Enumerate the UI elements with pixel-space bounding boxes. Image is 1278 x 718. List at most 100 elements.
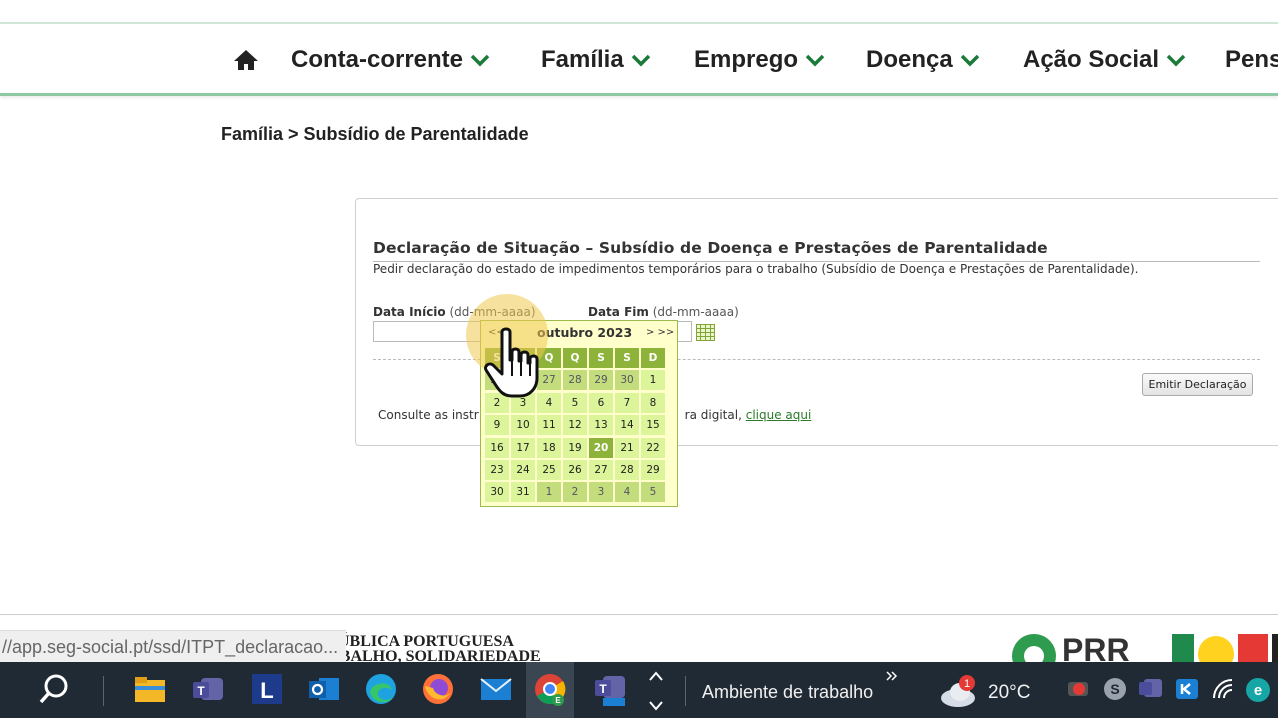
panel-title: Declaração de Situação – Subsídio de Doe… — [373, 239, 1048, 257]
calendar-day-other-month[interactable]: 4 — [615, 482, 639, 503]
calendar-day[interactable]: 16 — [485, 437, 509, 458]
chevron-right-double-icon[interactable] — [886, 670, 898, 682]
nav-doenca[interactable]: Doença — [866, 46, 981, 74]
chevron-down-icon — [805, 54, 825, 67]
temperature: 20°C — [988, 682, 1031, 703]
e-app-icon[interactable]: e — [1244, 676, 1272, 704]
calendar-day-other-month[interactable]: 1 — [537, 482, 561, 503]
calendar-day[interactable]: 7 — [615, 392, 639, 413]
current-month: outubro 2023 — [537, 325, 633, 340]
nav-label: Doença — [866, 46, 953, 73]
chrome-icon[interactable]: E — [533, 672, 567, 706]
end-date-label-text: Data Fim — [588, 305, 649, 319]
top-strip — [0, 0, 1278, 24]
calendar-day-other-month[interactable]: 28 — [563, 370, 587, 391]
nav-label: Ação Social — [1023, 46, 1160, 73]
teams-tray-icon[interactable] — [1138, 676, 1164, 702]
consult-prefix: Consulte as instr — [378, 408, 479, 422]
calendar-day[interactable]: 23 — [485, 459, 509, 480]
calendar-day-other-month[interactable]: 5 — [641, 482, 665, 503]
calendar-day[interactable]: 29 — [641, 459, 665, 480]
svg-text:e: e — [1254, 682, 1262, 699]
calendar-day[interactable]: 30 — [485, 482, 509, 503]
taskbar-separator — [685, 676, 686, 706]
vpn-icon[interactable] — [1174, 676, 1200, 702]
calendar-day[interactable]: 11 — [537, 415, 561, 436]
footer-divider — [0, 614, 1278, 615]
calendar-day[interactable]: 17 — [511, 437, 535, 458]
wifi-icon[interactable] — [1210, 676, 1236, 702]
teams-new-icon[interactable]: T — [593, 672, 627, 706]
calendar-day[interactable]: 19 — [563, 437, 587, 458]
calendar-day[interactable]: 8 — [641, 392, 665, 413]
next-month-button[interactable]: > >> — [646, 327, 674, 338]
svg-text:L: L — [260, 678, 273, 703]
calendar-day[interactable]: 21 — [615, 437, 639, 458]
weekday-header: D — [641, 348, 665, 368]
calendar-day[interactable]: 27 — [589, 459, 613, 480]
svg-text:T: T — [599, 682, 607, 696]
mail-icon[interactable] — [479, 672, 513, 706]
nav-label: Família — [541, 46, 624, 73]
calendar-day[interactable]: 13 — [589, 415, 613, 436]
emit-declaration-button[interactable]: Emitir Declaração — [1142, 373, 1253, 396]
nav-conta-corrente[interactable]: Conta-corrente — [291, 46, 491, 74]
calendar-day-other-month[interactable]: 30 — [615, 370, 639, 391]
calendar-day[interactable]: 6 — [589, 392, 613, 413]
scroll-arrows-icon[interactable] — [648, 668, 664, 714]
edge-icon[interactable] — [364, 672, 398, 706]
svg-text:S: S — [1110, 681, 1119, 697]
nav-emprego[interactable]: Emprego — [694, 46, 826, 74]
chevron-down-icon — [1166, 54, 1186, 67]
breadcrumb: Família > Subsídio de Parentalidade — [221, 124, 529, 144]
chevron-down-icon — [960, 54, 979, 67]
home-icon[interactable] — [233, 48, 259, 72]
nav-familia[interactable]: Família — [541, 46, 652, 74]
firefox-icon[interactable] — [421, 672, 455, 706]
click-here-link[interactable]: clique aqui — [746, 408, 812, 422]
skype-icon[interactable]: S — [1102, 676, 1128, 702]
calendar-day[interactable]: 1 — [641, 370, 665, 391]
calendar-day[interactable]: 31 — [511, 482, 535, 503]
main-nav: Conta-corrente Família Emprego Doença Aç… — [0, 26, 1278, 96]
file-explorer-icon[interactable] — [133, 672, 167, 706]
weekday-header: S — [615, 348, 639, 368]
search-icon[interactable] — [37, 672, 71, 706]
hand-cursor-icon — [484, 327, 539, 398]
calendar-day[interactable]: 24 — [511, 459, 535, 480]
calendar-day[interactable]: 18 — [537, 437, 561, 458]
calendar-day[interactable]: 15 — [641, 415, 665, 436]
calendar-day[interactable]: 9 — [485, 415, 509, 436]
calendar-day[interactable]: 5 — [563, 392, 587, 413]
prr-emblem-icon — [1012, 634, 1056, 664]
weekday-header: S — [589, 348, 613, 368]
status-bar-url: //app.seg-social.pt/ssd/ITPT_declaracao.… — [0, 630, 347, 662]
calendar-icon[interactable] — [696, 324, 715, 341]
calendar-day-other-month[interactable]: 29 — [589, 370, 613, 391]
desktop-toolbar-label[interactable]: Ambiente de trabalho — [702, 682, 873, 703]
outlook-icon[interactable] — [307, 672, 341, 706]
calendar-day-other-month[interactable]: 2 — [563, 482, 587, 503]
calendar-day[interactable]: 26 — [563, 459, 587, 480]
calendar-day-today[interactable]: 20 — [589, 437, 613, 458]
panel-subtitle: Pedir declaração do estado de impediment… — [373, 262, 1139, 276]
calendar-day[interactable]: 10 — [511, 415, 535, 436]
nav-pensoes[interactable]: Pens — [1225, 46, 1278, 74]
weather-cloud-icon[interactable]: 1 — [938, 674, 978, 708]
nav-acao-social[interactable]: Ação Social — [1023, 46, 1187, 74]
calendar-day[interactable]: 28 — [615, 459, 639, 480]
calendar-day[interactable]: 22 — [641, 437, 665, 458]
l-app-icon[interactable]: L — [250, 672, 284, 706]
chevron-down-icon — [470, 54, 490, 67]
calendar-day[interactable]: 14 — [615, 415, 639, 436]
end-date-format: (dd-mm-aaaa) — [652, 305, 739, 319]
weather-badge: 1 — [964, 678, 970, 690]
calendar-day[interactable]: 25 — [537, 459, 561, 480]
stop-app-icon[interactable] — [1066, 676, 1092, 702]
nav-label: Pens — [1225, 46, 1278, 73]
teams-icon[interactable]: T — [191, 672, 225, 706]
calendar-day[interactable]: 12 — [563, 415, 587, 436]
consult-suffix: ra digital, — [684, 408, 742, 422]
portugal-colors-logo — [1172, 634, 1278, 664]
calendar-day-other-month[interactable]: 3 — [589, 482, 613, 503]
